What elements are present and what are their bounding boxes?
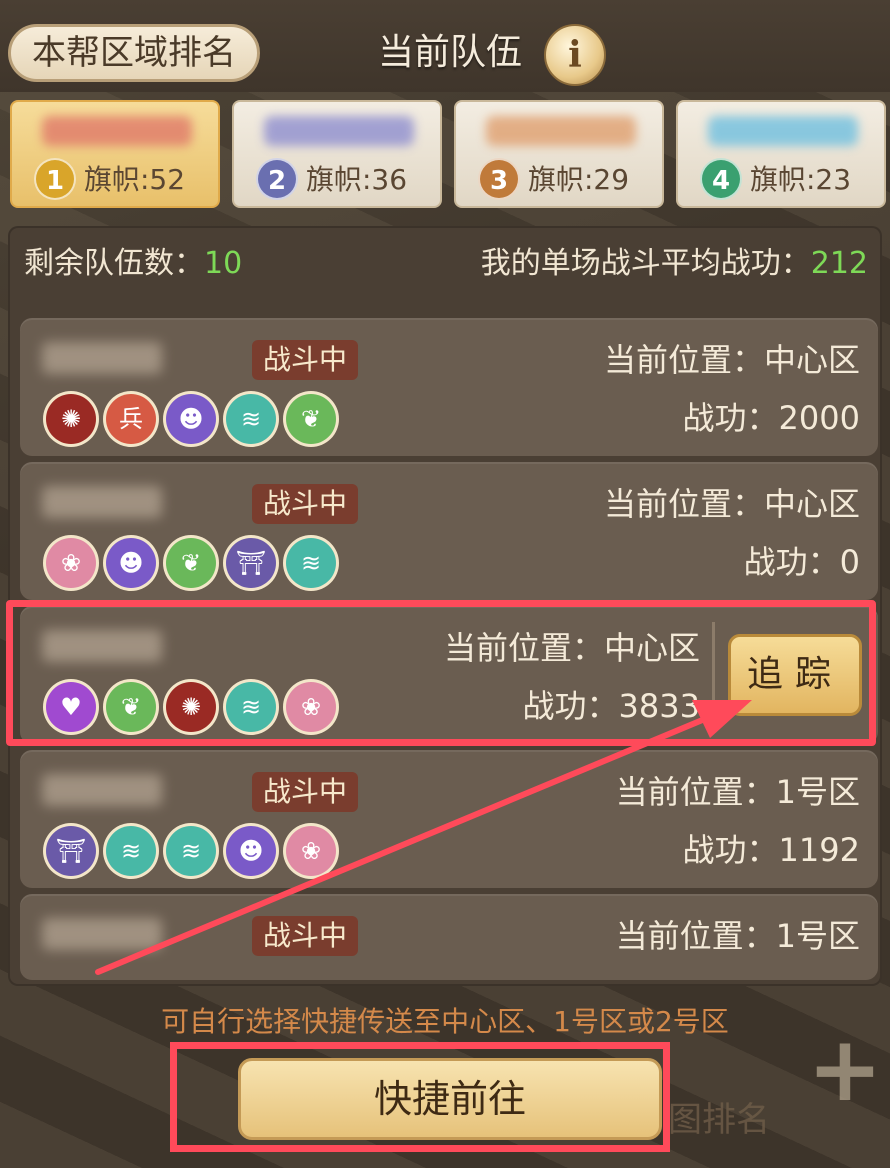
region-rank-button[interactable]: 本帮区域排名 <box>8 24 260 82</box>
teleport-hint: 可自行选择快捷传送至中心区、1号区或2号区 <box>161 1005 729 1038</box>
team-name-blurred <box>42 774 162 806</box>
average-merit-label: 我的单场战斗平均战功： <box>480 246 811 281</box>
row-divider <box>712 622 715 722</box>
guild-name-blurred <box>486 116 636 146</box>
guild-name-blurred <box>264 116 414 146</box>
track-button[interactable]: 追踪 <box>728 634 862 716</box>
pink-lotus-icon: ❀ <box>46 538 96 588</box>
purple-face-icon: ☻ <box>226 826 276 876</box>
team-merit: 战功：0 <box>743 543 860 581</box>
team-location: 当前位置：中心区 <box>603 485 860 523</box>
remaining-label: 剩余队伍数： <box>24 246 204 281</box>
team-merit: 战功：2000 <box>682 399 860 437</box>
red-soldier-icon: 兵 <box>106 394 156 444</box>
guild-name-blurred <box>42 116 192 146</box>
purple-pagoda-icon: ⛩ <box>46 826 96 876</box>
rank-medal-icon: 2 <box>256 158 298 200</box>
team-merit: 战功：1192 <box>682 831 860 869</box>
plus-icon[interactable]: + <box>800 1025 890 1115</box>
green-leaf-icon: ❦ <box>286 394 336 444</box>
purple-face-icon: ☻ <box>106 538 156 588</box>
status-badge: 战斗中 <box>252 916 358 956</box>
green-leaf-icon: ❦ <box>166 538 216 588</box>
purple-pagoda-icon: ⛩ <box>226 538 276 588</box>
teal-wave-icon: ≋ <box>226 394 276 444</box>
pink-lotus-icon: ❀ <box>286 826 336 876</box>
average-merit-value: 212 <box>810 246 868 281</box>
status-badge: 战斗中 <box>252 484 358 524</box>
page-title: 当前队伍 <box>377 32 522 73</box>
rank-medal-icon: 1 <box>34 158 76 200</box>
flag-count: 旗帜:36 <box>306 163 408 196</box>
remaining-value: 10 <box>204 246 243 281</box>
crimson-spirit-icon: ✺ <box>46 394 96 444</box>
guild-name-blurred <box>708 116 858 146</box>
team-name-blurred <box>42 486 162 518</box>
team-name-blurred <box>42 342 162 374</box>
rank-tab-3[interactable]: 3 旗帜:29 <box>454 100 664 208</box>
average-merit: 我的单场战斗平均战功：212 <box>481 244 868 284</box>
team-location: 当前位置：1号区 <box>615 773 860 811</box>
rank-medal-icon: 3 <box>478 158 520 200</box>
rank-medal-icon: 4 <box>700 158 742 200</box>
rank-tab-2[interactable]: 2 旗帜:36 <box>232 100 442 208</box>
team-location: 当前位置：中心区 <box>603 341 860 379</box>
team-name-blurred <box>42 918 162 950</box>
info-icon[interactable]: i <box>544 24 606 86</box>
teal-wave-icon: ≋ <box>106 826 156 876</box>
remaining-teams: 剩余队伍数：10 <box>24 244 242 284</box>
team-row[interactable]: 战斗中 当前位置：1号区 <box>20 894 878 980</box>
rank-tab-1[interactable]: 1 旗帜:52 <box>10 100 220 208</box>
quick-go-highlight <box>170 1042 670 1152</box>
team-row[interactable]: 战斗中 当前位置：中心区 ✺ 兵 ☻ ≋ ❦ 战功：2000 <box>20 318 878 456</box>
map-rank-label[interactable]: 图排名 <box>668 1098 778 1142</box>
team-location: 当前位置：1号区 <box>615 917 860 955</box>
status-badge: 战斗中 <box>252 772 358 812</box>
flag-count: 旗帜:52 <box>84 163 186 196</box>
rank-tab-4[interactable]: 4 旗帜:23 <box>676 100 886 208</box>
team-row[interactable]: 战斗中 当前位置：中心区 ❀ ☻ ❦ ⛩ ≋ 战功：0 <box>20 462 878 600</box>
teal-wave-icon: ≋ <box>166 826 216 876</box>
flag-count: 旗帜:23 <box>750 163 852 196</box>
team-row[interactable]: 战斗中 当前位置：1号区 ⛩ ≋ ≋ ☻ ❀ 战功：1192 <box>20 750 878 888</box>
status-badge: 战斗中 <box>252 340 358 380</box>
purple-face-icon: ☻ <box>166 394 216 444</box>
flag-count: 旗帜:29 <box>528 163 630 196</box>
teal-wave-icon: ≋ <box>286 538 336 588</box>
